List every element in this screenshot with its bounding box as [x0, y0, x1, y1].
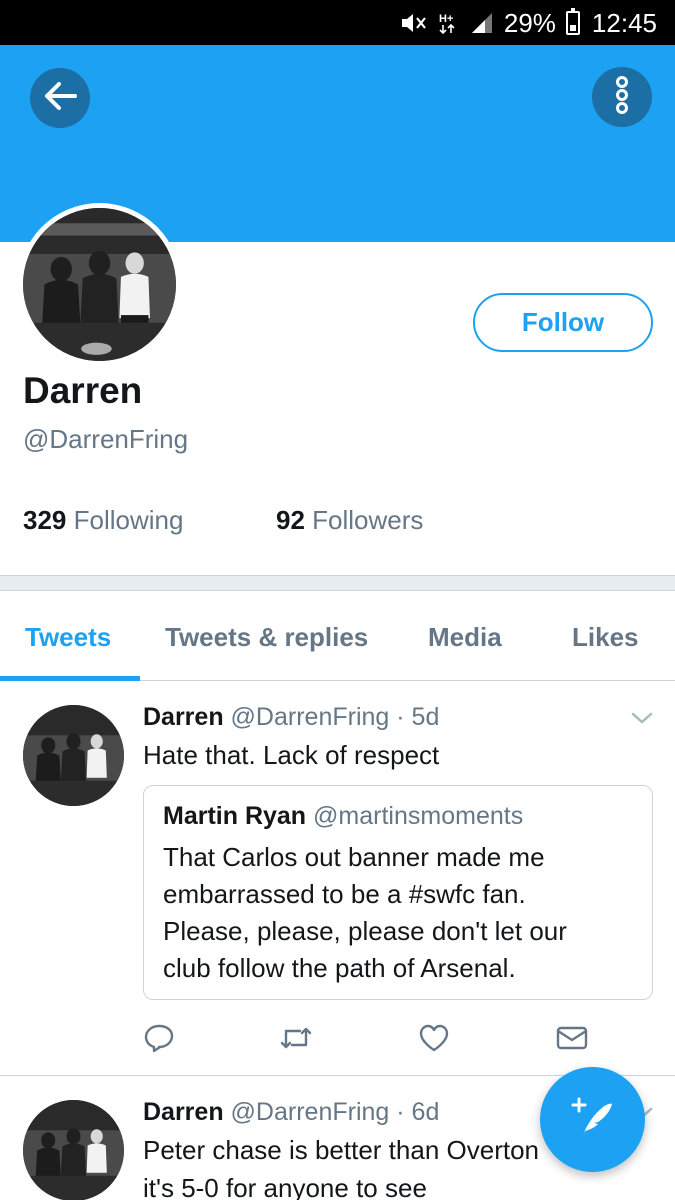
arrow-left-icon: [43, 81, 77, 116]
following-label: Following: [73, 505, 184, 535]
reply-button[interactable]: [141, 1022, 177, 1058]
profile-avatar[interactable]: [18, 203, 181, 366]
status-bar: H+ 29% 12:45: [0, 0, 675, 45]
battery-percent: 29%: [503, 7, 556, 38]
tab-tweets[interactable]: Tweets: [25, 622, 111, 653]
quoted-tweet-header: Martin Ryan @martinsmoments: [163, 802, 523, 831]
tweet-timestamp: · 5d: [396, 703, 440, 731]
compose-tweet-button[interactable]: [540, 1067, 645, 1172]
profile-display-name: Darren: [23, 370, 143, 411]
tweet-text: Hate that. Lack of respect: [143, 740, 440, 770]
tweet-text-line: Peter chase is better than Overton: [143, 1135, 539, 1165]
profile-handle: @DarrenFring: [23, 424, 189, 454]
followers-stat[interactable]: 92 Followers: [276, 505, 423, 536]
reply-icon: [143, 1022, 175, 1059]
following-count: 329: [23, 505, 67, 535]
tab-media[interactable]: Media: [428, 622, 502, 653]
tab-tweets-replies[interactable]: Tweets & replies: [165, 622, 368, 653]
followers-count: 92: [276, 505, 305, 535]
network-type-icon: H+: [438, 10, 460, 36]
quoted-tweet-text: That Carlos out banner made me embarrass…: [163, 839, 567, 987]
back-button[interactable]: [30, 68, 90, 128]
tweet[interactable]: Darren @DarrenFring · 5d Hate that. Lack…: [0, 682, 675, 1076]
tweet-author-handle[interactable]: @DarrenFring: [231, 1098, 390, 1126]
profile-tabs: Tweets Tweets & replies Media Likes: [0, 591, 675, 681]
quoted-text-line: embarrassed to be a #swfc fan.: [163, 879, 526, 909]
more-options-button[interactable]: [592, 67, 652, 127]
more-vertical-icon: [614, 75, 630, 120]
quoted-author-handle: @martinsmoments: [313, 802, 524, 830]
retweet-icon: [278, 1023, 314, 1058]
tweet-avatar[interactable]: [23, 705, 124, 806]
envelope-icon: [555, 1024, 589, 1057]
clock: 12:45: [591, 7, 657, 38]
quoted-text-line: club follow the path of Arsenal.: [163, 953, 516, 983]
direct-message-button[interactable]: [554, 1022, 590, 1058]
tweet-avatar[interactable]: [23, 1100, 124, 1200]
tweet-text: Peter chase is better than Overton it's …: [143, 1131, 539, 1200]
battery-icon: [565, 8, 580, 35]
status-icons: H+ 29% 12:45: [400, 8, 657, 38]
tweet-timestamp: · 6d: [396, 1098, 440, 1126]
like-button[interactable]: [416, 1022, 452, 1058]
retweet-button[interactable]: [278, 1022, 314, 1058]
tweet-author-handle[interactable]: @DarrenFring: [231, 703, 390, 731]
chevron-down-icon[interactable]: [630, 710, 654, 731]
tweet-author-name[interactable]: Darren: [143, 703, 224, 731]
active-tab-indicator: [0, 676, 140, 681]
follow-button[interactable]: Follow: [473, 293, 653, 352]
signal-icon: [470, 11, 494, 35]
mute-icon: [400, 10, 428, 36]
quoted-text-line: Please, please, please don't let our: [163, 916, 567, 946]
following-stat[interactable]: 329 Following: [23, 505, 183, 536]
tweet-actions: [0, 1022, 675, 1058]
svg-text:H+: H+: [439, 13, 453, 25]
tweet-header: Darren @DarrenFring · 6d: [143, 1098, 439, 1127]
quoted-author-name: Martin Ryan: [163, 802, 307, 830]
tweet-text-line: it's 5-0 for anyone to see: [143, 1173, 427, 1200]
heart-icon: [418, 1023, 450, 1058]
quoted-tweet[interactable]: Martin Ryan @martinsmoments That Carlos …: [143, 785, 653, 1000]
compose-quill-icon: [569, 1093, 617, 1146]
followers-label: Followers: [312, 505, 424, 535]
quoted-text-line: That Carlos out banner made me: [163, 842, 545, 872]
tweet-header: Darren @DarrenFring · 5d: [143, 703, 439, 732]
tweet-author-name[interactable]: Darren: [143, 1098, 224, 1126]
section-divider: [0, 575, 675, 591]
avatar-photo: [23, 208, 176, 361]
tab-likes[interactable]: Likes: [572, 622, 639, 653]
